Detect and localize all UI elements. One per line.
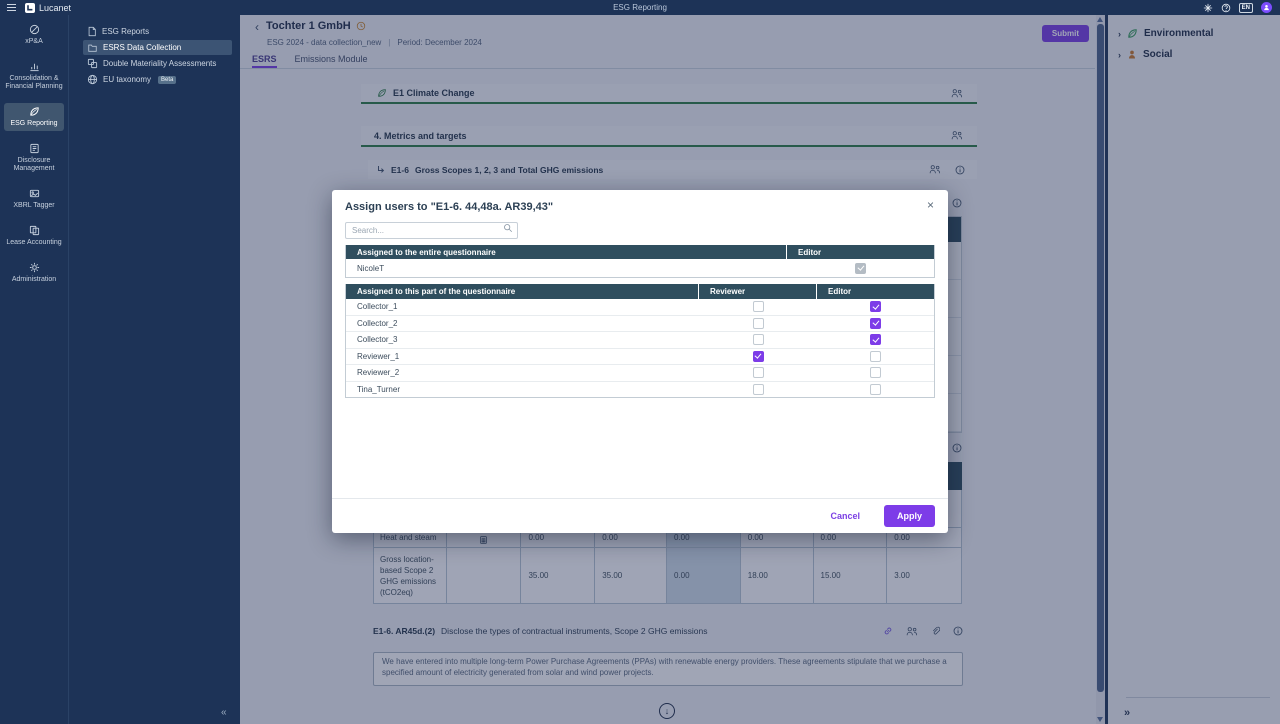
sidebar-item-disclosure-management[interactable]: Disclosure Management <box>4 140 64 176</box>
editor-checkbox[interactable] <box>870 384 881 395</box>
editor-checkbox[interactable] <box>870 301 881 312</box>
cancel-button[interactable]: Cancel <box>824 510 866 522</box>
table-row: Tina_Turner <box>346 382 934 398</box>
report-icon <box>87 26 97 37</box>
user-name: Reviewer_1 <box>346 349 699 365</box>
beta-badge: Beta <box>158 76 176 84</box>
reviewer-checkbox[interactable] <box>753 367 764 378</box>
reviewer-checkbox[interactable] <box>753 351 764 362</box>
sidebar-item-xbrl-tagger[interactable]: XBRL Tagger <box>4 185 64 213</box>
table-row: Reviewer_2 <box>346 365 934 382</box>
editor-checkbox[interactable] <box>870 318 881 329</box>
globe-icon <box>87 74 98 85</box>
nav-item-eu-taxonomy[interactable]: EU taxonomy Beta <box>83 72 232 87</box>
search-input[interactable] <box>345 222 518 239</box>
primary-sidebar: xP&A Consolidation & Financial Planning … <box>0 15 68 724</box>
column-header-reviewer: Reviewer <box>699 284 817 299</box>
column-header-editor: Editor <box>787 245 934 259</box>
apply-button[interactable]: Apply <box>884 505 935 527</box>
editor-checkbox[interactable] <box>870 351 881 362</box>
nav-item-esrs-data-collection[interactable]: ESRS Data Collection <box>83 40 232 55</box>
entire-questionnaire-table: Assigned to the entire questionnaire Edi… <box>345 245 935 278</box>
column-header: Assigned to the entire questionnaire <box>346 245 787 259</box>
table-row: Reviewer_1 <box>346 349 934 366</box>
reviewer-checkbox[interactable] <box>753 301 764 312</box>
secondary-sidebar: ESG Reports ESRS Data Collection Double … <box>68 15 240 724</box>
xbrl-icon <box>29 188 40 199</box>
column-header-editor: Editor <box>817 284 934 299</box>
collapse-sidebar-icon[interactable]: « <box>221 707 227 718</box>
part-questionnaire-table: Assigned to this part of the questionnai… <box>345 284 935 398</box>
column-header: Assigned to this part of the questionnai… <box>346 284 699 299</box>
esg-leaf-icon <box>29 106 40 117</box>
user-name: Reviewer_2 <box>346 365 699 381</box>
folder-icon <box>87 43 98 53</box>
nav-item-esg-reports[interactable]: ESG Reports <box>83 24 232 39</box>
sidebar-item-esg-reporting[interactable]: ESG Reporting <box>4 103 64 131</box>
dialog-footer: Cancel Apply <box>332 498 948 533</box>
disclosure-icon <box>29 143 40 154</box>
materiality-icon <box>87 58 98 69</box>
user-name: Collector_2 <box>346 316 699 332</box>
search-icon <box>503 223 513 233</box>
avatar[interactable] <box>1261 2 1272 13</box>
sidebar-item-consolidation-financial-planning[interactable]: Consolidation & Financial Planning <box>4 58 64 94</box>
reviewer-checkbox[interactable] <box>753 318 764 329</box>
table-row: Collector_1 <box>346 299 934 316</box>
reviewer-checkbox[interactable] <box>753 384 764 395</box>
user-name: NicoleT <box>346 259 787 277</box>
table-row: Collector_3 <box>346 332 934 349</box>
gear-icon <box>29 262 40 273</box>
sidebar-item-xp-a[interactable]: xP&A <box>4 21 64 49</box>
assign-users-dialog: Assign users to "E1-6. 44,48a. AR39,43" … <box>332 190 948 533</box>
sparkle-icon[interactable] <box>1203 3 1213 13</box>
app-window: Lucanet ESG Reporting EN xP&A Consolidat… <box>0 0 1280 724</box>
xpa-icon <box>29 24 40 35</box>
lease-icon <box>29 225 40 236</box>
table-row: NicoleT <box>346 259 934 277</box>
nav-item-double-materiality-assessments[interactable]: Double Materiality Assessments <box>83 56 232 71</box>
dialog-title: Assign users to "E1-6. 44,48a. AR39,43" <box>345 201 553 213</box>
editor-checkbox[interactable] <box>855 263 866 274</box>
language-selector[interactable]: EN <box>1239 3 1253 13</box>
consolidation-icon <box>29 61 40 72</box>
editor-checkbox[interactable] <box>870 334 881 345</box>
user-name: Collector_3 <box>346 332 699 348</box>
sidebar-item-lease-accounting[interactable]: Lease Accounting <box>4 222 64 250</box>
sidebar-item-administration[interactable]: Administration <box>4 259 64 287</box>
top-bar: Lucanet ESG Reporting EN <box>0 0 1280 15</box>
table-row: Collector_2 <box>346 316 934 333</box>
page-title: ESG Reporting <box>0 3 1280 12</box>
close-icon[interactable]: × <box>927 198 934 212</box>
user-name: Tina_Turner <box>346 382 699 398</box>
help-icon[interactable] <box>1221 3 1231 13</box>
reviewer-checkbox[interactable] <box>753 334 764 345</box>
editor-checkbox[interactable] <box>870 367 881 378</box>
user-name: Collector_1 <box>346 299 699 315</box>
